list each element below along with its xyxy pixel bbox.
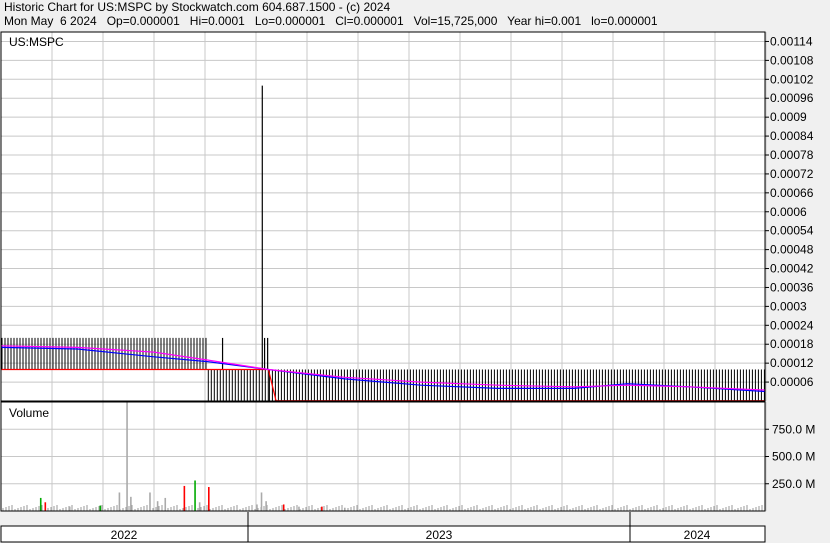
y-tick-label: 0.00102 [770,72,814,86]
y-tick-label: 0.0006 [770,205,807,219]
year-label: 2024 [684,528,711,542]
y-tick-label: 250.0 M [772,477,815,491]
y-tick-label: 0.00012 [770,356,814,370]
y-tick-label: 0.00078 [770,148,814,162]
y-tick-label: 0.00096 [770,91,814,105]
y-tick-label: 0.00006 [770,375,814,389]
y-tick-label: 0.00066 [770,186,814,200]
y-tick-label: 0.00036 [770,280,814,294]
y-tick-label: 0.00114 [770,34,813,48]
y-tick-label: 500.0 M [772,450,815,464]
y-tick-label: 0.0003 [770,299,807,313]
y-tick-label: 0.00048 [770,243,814,257]
year-label: 2023 [426,528,453,542]
price-chart-title: US:MSPC [9,35,64,49]
stock-chart: 0.00114 0.00108 0.00102 0.00096 0.0009 0.0008… [0,31,815,543]
y-tick-label: 0.00084 [770,129,814,143]
year-label: 2022 [111,528,138,542]
y-tick-label: 0.00018 [770,337,814,351]
y-tick-label: 0.00054 [770,224,814,238]
y-tick-label: 0.00108 [770,53,814,67]
y-tick-label: 750.0 M [772,422,815,436]
y-tick-label: 0.00024 [770,318,814,332]
volume-chart-title: Volume [9,406,49,420]
y-tick-label: 0.0009 [770,110,807,124]
y-tick-label: 0.00042 [770,262,814,276]
y-tick-label: 0.00072 [770,167,814,181]
